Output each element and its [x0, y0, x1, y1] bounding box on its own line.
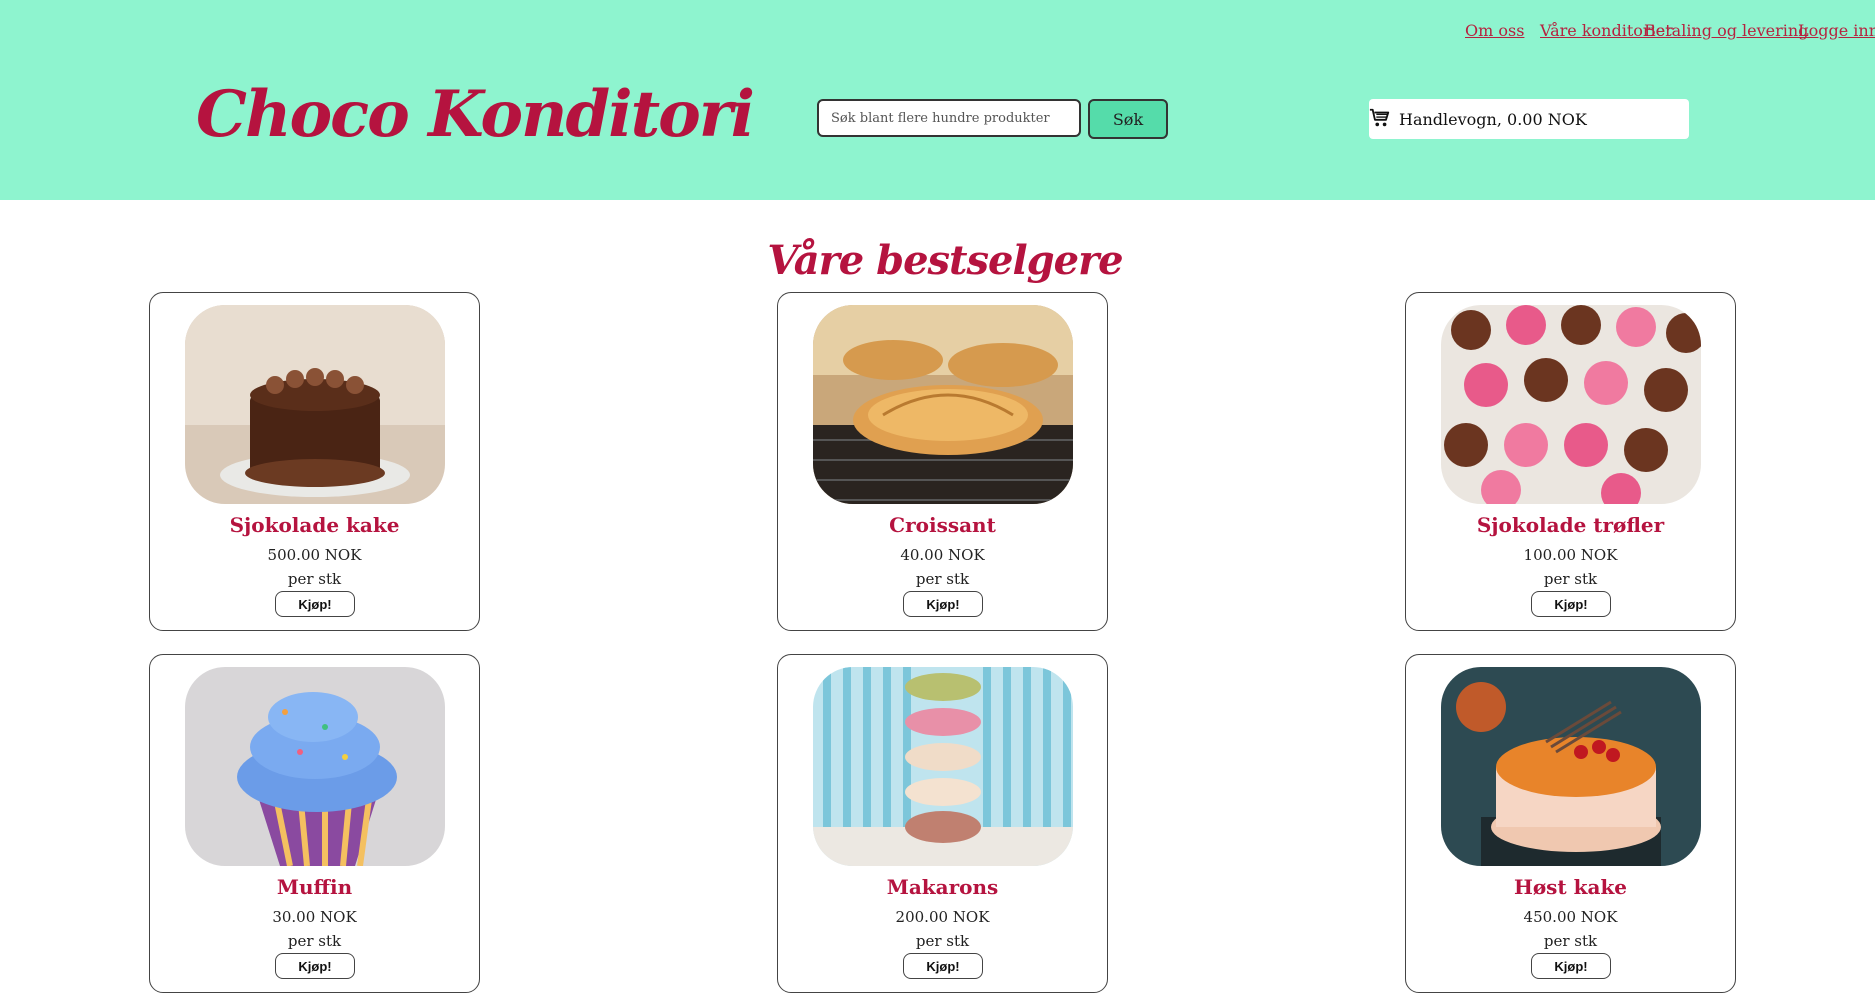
- product-image-croissant[interactable]: [813, 305, 1073, 504]
- buy-button[interactable]: Kjøp!: [903, 953, 983, 979]
- buy-button[interactable]: Kjøp!: [275, 591, 355, 617]
- product-name: Høst kake: [1513, 875, 1628, 899]
- product-card: Muffin 30.00 NOK per stk Kjøp!: [149, 654, 480, 993]
- site-logo[interactable]: Choco Konditori: [196, 60, 755, 170]
- buy-button[interactable]: Kjøp!: [1531, 591, 1611, 617]
- product-card: Sjokolade kake 500.00 NOK per stk Kjøp!: [149, 292, 480, 631]
- product-unit: per stk: [915, 570, 970, 588]
- nav-link-betaling-og-levering[interactable]: Betaling og levering: [1644, 21, 1808, 40]
- site-header: Om oss Våre konditorier Betaling og leve…: [0, 0, 1875, 200]
- buy-button[interactable]: Kjøp!: [903, 591, 983, 617]
- product-name: Sjokolade kake: [229, 513, 400, 537]
- cart-icon: [1369, 108, 1390, 127]
- product-image-autumn-cake[interactable]: [1441, 667, 1701, 866]
- product-name: Sjokolade trøfler: [1476, 513, 1665, 537]
- bestsellers-title: Våre bestselgere: [767, 236, 1123, 284]
- buy-button[interactable]: Kjøp!: [275, 953, 355, 979]
- product-price: 100.00 NOK: [1523, 546, 1618, 564]
- cart-label: Handlevogn, 0.00 NOK: [1399, 110, 1587, 129]
- product-card: Høst kake 450.00 NOK per stk Kjøp!: [1405, 654, 1736, 993]
- product-price: 450.00 NOK: [1523, 908, 1618, 926]
- product-unit: per stk: [287, 570, 342, 588]
- nav-link-om-oss[interactable]: Om oss: [1465, 21, 1524, 40]
- product-name: Croissant: [889, 513, 996, 537]
- product-name: Muffin: [276, 875, 353, 899]
- product-image-muffin[interactable]: [185, 667, 445, 866]
- product-price: 200.00 NOK: [895, 908, 990, 926]
- product-unit: per stk: [1543, 570, 1598, 588]
- search-button[interactable]: Søk: [1088, 99, 1168, 139]
- cart-button[interactable]: Handlevogn, 0.00 NOK: [1369, 99, 1689, 139]
- product-name: Makarons: [886, 875, 999, 899]
- product-unit: per stk: [915, 932, 970, 950]
- product-price: 30.00 NOK: [272, 908, 357, 926]
- product-unit: per stk: [287, 932, 342, 950]
- nav-link-logge-inn[interactable]: Logge inn: [1798, 21, 1875, 40]
- product-price: 500.00 NOK: [267, 546, 362, 564]
- product-image-macarons[interactable]: [813, 667, 1073, 866]
- product-card: Sjokolade trøfler 100.00 NOK per stk Kjø…: [1405, 292, 1736, 631]
- product-image-chocolate-truffles[interactable]: [1441, 305, 1701, 504]
- product-unit: per stk: [1543, 932, 1598, 950]
- product-price: 40.00 NOK: [900, 546, 985, 564]
- product-image-chocolate-cake[interactable]: [185, 305, 445, 504]
- product-card: Makarons 200.00 NOK per stk Kjøp!: [777, 654, 1108, 993]
- product-card: Croissant 40.00 NOK per stk Kjøp!: [777, 292, 1108, 631]
- search-input[interactable]: [817, 99, 1081, 137]
- buy-button[interactable]: Kjøp!: [1531, 953, 1611, 979]
